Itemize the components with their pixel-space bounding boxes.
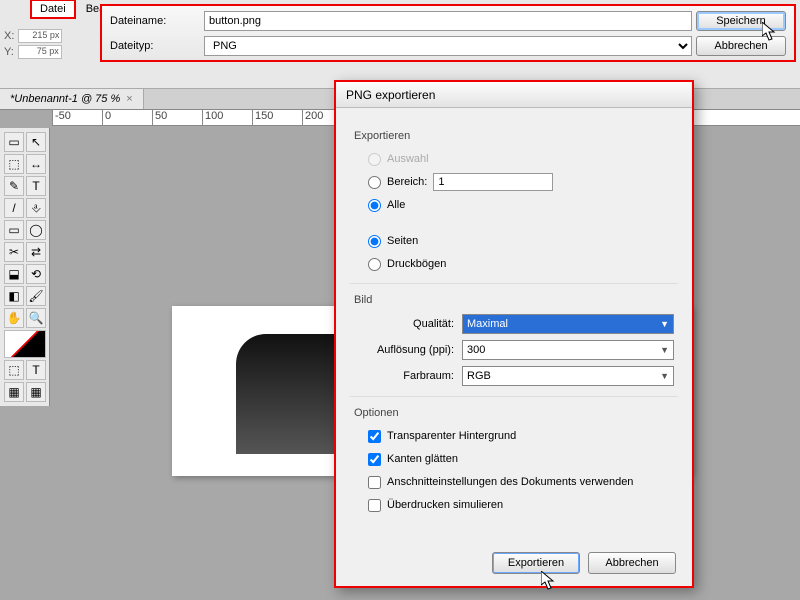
check-antialias-label: Kanten glätten	[387, 453, 458, 465]
coord-y-value[interactable]: 75 px	[18, 45, 62, 59]
radio-all-label: Alle	[387, 199, 405, 211]
coord-x-label: X:	[4, 30, 14, 42]
check-use-bleed[interactable]	[368, 476, 381, 489]
check-bleed-label: Anschnitteinstellungen des Dokuments ver…	[387, 476, 633, 488]
tool-eyedropper[interactable]: 🖌	[26, 286, 46, 306]
section-image-label: Bild	[354, 294, 674, 306]
check-simulate-overprint[interactable]	[368, 499, 381, 512]
tool-direct-select[interactable]: ↖	[26, 132, 46, 152]
menu-file[interactable]: Datei	[30, 0, 76, 19]
tool-scissors[interactable]: ✂	[4, 242, 24, 262]
ruler-tick: 150	[252, 110, 302, 125]
resolution-value: 300	[467, 344, 485, 356]
section-export-label: Exportieren	[354, 130, 674, 142]
tool-format-container[interactable]: ⬚	[4, 360, 24, 380]
resolution-label: Auflösung (ppi):	[354, 344, 454, 356]
colorspace-value: RGB	[467, 370, 491, 382]
chevron-down-icon: ▼	[660, 371, 669, 381]
radio-spreads[interactable]	[368, 258, 381, 271]
tool-view-mode-b[interactable]: ▦	[26, 382, 46, 402]
ruler-tick: 0	[102, 110, 152, 125]
dialog-title: PNG exportieren	[336, 82, 692, 108]
export-button[interactable]: Exportieren	[492, 552, 580, 574]
quality-select[interactable]: Maximal ▼	[462, 314, 674, 334]
filename-label: Dateiname:	[110, 15, 200, 27]
save-button[interactable]: Speichern	[696, 11, 786, 31]
check-bleed-row[interactable]: Anschnitteinstellungen des Dokuments ver…	[368, 473, 674, 491]
coord-y-label: Y:	[4, 46, 14, 58]
tool-selection[interactable]: ▭	[4, 132, 24, 152]
check-antialias[interactable]	[368, 453, 381, 466]
ruler-tick: 50	[152, 110, 202, 125]
tool-format-text[interactable]: T	[26, 360, 46, 380]
tool-ellipse[interactable]: ◯	[26, 220, 46, 240]
tool-type[interactable]: T	[26, 176, 46, 196]
tool-pen[interactable]: ⎀	[26, 198, 46, 218]
chevron-down-icon: ▼	[660, 345, 669, 355]
radio-selection	[368, 153, 381, 166]
radio-all-row[interactable]: Alle	[368, 196, 674, 214]
tool-page[interactable]: ⬚	[4, 154, 24, 174]
filetype-select[interactable]: PNG	[204, 36, 692, 56]
radio-selection-label: Auswahl	[387, 153, 429, 165]
check-overprint-label: Überdrucken simulieren	[387, 499, 503, 511]
quality-value: Maximal	[467, 318, 508, 330]
tool-panel: ▭ ↖ ⬚ ↔ ✎ T / ⎀ ▭ ◯ ✂ ⇄ ⬓ ⟲ ◧ 🖌 ✋ 🔍 ⬚ T …	[0, 128, 50, 406]
tool-gap[interactable]: ↔	[26, 154, 46, 174]
close-icon[interactable]: ×	[126, 93, 132, 105]
radio-pages-label: Seiten	[387, 235, 418, 247]
check-antialias-row[interactable]: Kanten glätten	[368, 450, 674, 468]
radio-spreads-row[interactable]: Druckbögen	[368, 255, 674, 273]
png-export-dialog: PNG exportieren Exportieren Auswahl Bere…	[334, 80, 694, 588]
radio-range-row[interactable]: Bereich:	[368, 173, 674, 191]
filename-input[interactable]	[204, 11, 692, 31]
check-transparent-row[interactable]: Transparenter Hintergrund	[368, 427, 674, 445]
tool-gradient-feather[interactable]: ⟲	[26, 264, 46, 284]
check-overprint-row[interactable]: Überdrucken simulieren	[368, 496, 674, 514]
check-transparent-label: Transparenter Hintergrund	[387, 430, 516, 442]
tool-gradient-swatch[interactable]: ⬓	[4, 264, 24, 284]
coordinates-display: X: 215 px Y: 75 px	[4, 28, 96, 60]
document-tab-label: *Unbenannt-1 @ 75 %	[10, 93, 120, 105]
cancel-button[interactable]: Abbrechen	[588, 552, 676, 574]
document-tab[interactable]: *Unbenannt-1 @ 75 % ×	[0, 89, 144, 109]
ruler-tick: 100	[202, 110, 252, 125]
range-input[interactable]	[433, 173, 553, 191]
filetype-label: Dateityp:	[110, 40, 200, 52]
colorspace-select[interactable]: RGB ▼	[462, 366, 674, 386]
tool-fill-stroke[interactable]	[4, 330, 46, 358]
tool-note[interactable]: ◧	[4, 286, 24, 306]
radio-pages[interactable]	[368, 235, 381, 248]
section-options-label: Optionen	[354, 407, 674, 419]
resolution-select[interactable]: 300 ▼	[462, 340, 674, 360]
tool-rectangle-frame[interactable]: ▭	[4, 220, 24, 240]
tool-content-collector[interactable]: ✎	[4, 176, 24, 196]
ruler-tick: -50	[52, 110, 102, 125]
quality-label: Qualität:	[354, 318, 454, 330]
colorspace-label: Farbraum:	[354, 370, 454, 382]
radio-all[interactable]	[368, 199, 381, 212]
radio-range-label: Bereich:	[387, 176, 427, 188]
tool-free-transform[interactable]: ⇄	[26, 242, 46, 262]
radio-pages-row[interactable]: Seiten	[368, 232, 674, 250]
radio-range[interactable]	[368, 176, 381, 189]
tool-line[interactable]: /	[4, 198, 24, 218]
radio-selection-row: Auswahl	[368, 150, 674, 168]
save-file-bar: Dateiname: Speichern Dateityp: PNG Abbre…	[100, 4, 796, 62]
coord-x-value[interactable]: 215 px	[18, 29, 62, 43]
tool-view-mode-a[interactable]: ▦	[4, 382, 24, 402]
radio-spreads-label: Druckbögen	[387, 258, 446, 270]
tool-zoom[interactable]: 🔍	[26, 308, 46, 328]
check-transparent-bg[interactable]	[368, 430, 381, 443]
top-toolbar-area: Datei Bea X: 215 px Y: 75 px Dateiname: …	[0, 0, 800, 88]
cancel-save-button[interactable]: Abbrechen	[696, 36, 786, 56]
tool-hand[interactable]: ✋	[4, 308, 24, 328]
chevron-down-icon: ▼	[660, 319, 669, 329]
